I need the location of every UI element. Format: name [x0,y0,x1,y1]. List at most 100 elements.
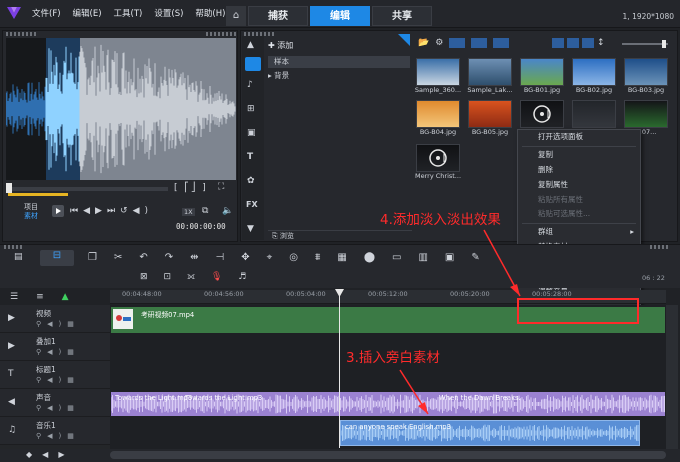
tab-edit[interactable]: 编辑 [310,6,370,26]
browse-button[interactable]: ⎘ 浏览 [268,230,412,240]
timeline-grip-right[interactable] [650,245,670,249]
tab-capture[interactable]: 捕获 [248,6,308,26]
scroll-left-icon[interactable]: ◆ [26,450,32,459]
collapse-up-icon[interactable]: ▲ [247,40,254,50]
snap-icon[interactable]: ⟗ [187,272,195,282]
record-icon[interactable]: ⚙ [435,38,443,48]
auto-music-icon[interactable]: ♬ [238,272,246,282]
redo-icon[interactable]: ↷ [165,252,173,263]
prev-icon[interactable]: ◀ [42,450,48,459]
mode-clip[interactable]: 素材 [24,212,38,221]
audio-ducking-icon[interactable]: ⩩ [315,252,320,263]
track-header[interactable]: ◀ 声音 ⚲◀)▦ [0,389,110,417]
trim-mark-buttons[interactable]: [ ⎡⎦ ] [174,183,208,193]
menu-settings[interactable]: 设置(S) [154,7,183,19]
media-thumbnail[interactable]: Sample_360... [412,58,464,94]
collapse-down-icon[interactable]: ▼ [247,224,254,234]
media-thumbnail[interactable] [568,100,620,128]
track-header[interactable]: ▶ 视频 ⚲◀)▦ [0,305,110,333]
expand-icon[interactable]: ⛶ [218,182,224,192]
grid-view-icon[interactable] [552,38,564,48]
voice-clip[interactable]: Towards the Light.mp3 Towards the Light.… [111,392,665,416]
track-controls[interactable]: ⚲◀)▦ [36,320,80,328]
thumbnail-size-handle[interactable] [662,40,666,48]
timeline-grip[interactable] [4,245,22,249]
context-menu-item[interactable]: 群组 ▸ [518,225,640,240]
color-icon[interactable]: ⬤ [364,252,375,263]
home-tab-icon[interactable]: ⌂ [226,6,246,26]
transition-icon[interactable]: ⊞ [247,104,255,114]
graphic-icon[interactable]: ✿ [247,176,255,186]
mode-selector[interactable]: 项目 素材 [24,203,38,221]
media-category-icon[interactable] [245,57,261,71]
track-options-icon[interactable]: ≡ [36,292,44,302]
track-motion-icon[interactable]: ⌖ [267,252,273,263]
track-controls[interactable]: ⚲◀)▦ [36,404,80,412]
text-icon[interactable]: T [247,152,253,162]
add-track-icon[interactable]: ▲ [62,292,69,302]
multi-camera-icon[interactable]: ▥ [418,252,427,263]
cut-icon[interactable]: ✂ [114,252,122,263]
sort-icon[interactable]: ↕ [597,38,605,48]
media-thumbnail[interactable]: BG-B05.jpg [464,100,516,136]
title-icon[interactable]: ▣ [247,128,256,138]
context-menu-item[interactable]: 复制属性 [518,178,640,193]
mode-project[interactable]: 项目 [24,203,38,212]
timecode-display[interactable]: 00:00:00:00 [176,222,226,231]
instant-project-icon[interactable]: ♪ [247,80,253,90]
track-header[interactable]: T 标题1 ⚲◀)▦ [0,361,110,389]
undo-icon[interactable]: ↶ [139,252,147,263]
media-thumbnail[interactable]: Sample_Lak... [464,58,516,94]
record-voice-icon[interactable]: ⊡ [164,272,172,282]
music-clip[interactable]: can anyone speak English.mp3 [340,420,640,446]
photo-filter-toggle[interactable] [471,38,488,48]
media-thumbnail[interactable]: BG-B01.jpg [516,58,568,94]
audio-filter-toggle[interactable] [493,38,510,48]
import-folder-icon[interactable]: 📂 [418,38,429,48]
track-controls[interactable]: ⚲◀)▦ [36,376,80,384]
transport-controls[interactable]: ⏮◀▶⏭↺◀) [70,206,153,216]
menu-edit[interactable]: 编辑(E) [73,7,102,19]
screen-record-icon[interactable]: ▣ [445,252,454,263]
media-thumbnail[interactable]: BG-B03.jpg [620,58,672,94]
track-header[interactable]: ♫ 音乐1 ⚲◀)▦ [0,417,110,445]
scrub-bar[interactable] [8,187,168,191]
play-button[interactable] [52,205,64,217]
media-thumbnail[interactable]: BG-B04.jpg [412,100,464,136]
storyboard-view-icon[interactable]: ▤ [14,252,23,262]
menu-help[interactable]: 帮助(H) [195,7,225,19]
track-header[interactable]: ▶ 叠加1 ⚲◀)▦ [0,333,110,361]
split-icon[interactable]: ⊣ [216,252,225,263]
folder-item-background[interactable]: ▸ 背景 [268,70,289,81]
player-grip-right[interactable] [206,32,236,36]
move-icon[interactable]: ✥ [241,252,249,263]
add-folder-button[interactable]: ✚ 添加 [268,40,293,51]
fit-icon[interactable]: ⇹ [190,252,198,263]
track-controls[interactable]: ⚲◀)▦ [36,432,80,440]
menu-tools[interactable]: 工具(T) [114,7,143,19]
mixer-icon[interactable]: ▦ [337,252,346,263]
context-menu-item[interactable]: 复制 [518,148,640,163]
timeline-view-icon[interactable]: ⊟ [40,250,74,266]
media-thumbnail[interactable]: Merry Christ... [412,144,464,180]
track-controls[interactable]: ⚲◀)▦ [36,348,80,356]
magic-icon[interactable]: ✎ [471,252,479,263]
next-icon[interactable]: ▶ [58,450,64,459]
snapshot-icon[interactable]: ⧉ [202,206,208,216]
playhead-line[interactable] [339,290,340,448]
media-thumbnail[interactable]: BG-B02.jpg [568,58,620,94]
detail-view-icon[interactable] [582,38,594,48]
volume-icon[interactable]: 🔈 [222,206,233,216]
fx-filter-icon[interactable]: FX [246,200,258,209]
speed-indicator[interactable]: 1X [182,208,195,216]
tab-share[interactable]: 共享 [372,6,432,26]
microphone-icon[interactable]: 🎙 [211,272,222,282]
track-list-icon[interactable]: ☰ [10,292,18,302]
folder-item-sample[interactable]: 样本 [268,56,410,68]
video-filter-toggle[interactable] [449,38,466,48]
context-menu-item[interactable]: 打开选项面板 [518,130,640,145]
lock-ratio-icon[interactable]: ⊠ [140,272,148,282]
menu-file[interactable]: 文件(F) [32,7,61,19]
timeline-horizontal-scrollbar[interactable] [110,451,666,459]
scrub-handle[interactable] [6,183,12,193]
